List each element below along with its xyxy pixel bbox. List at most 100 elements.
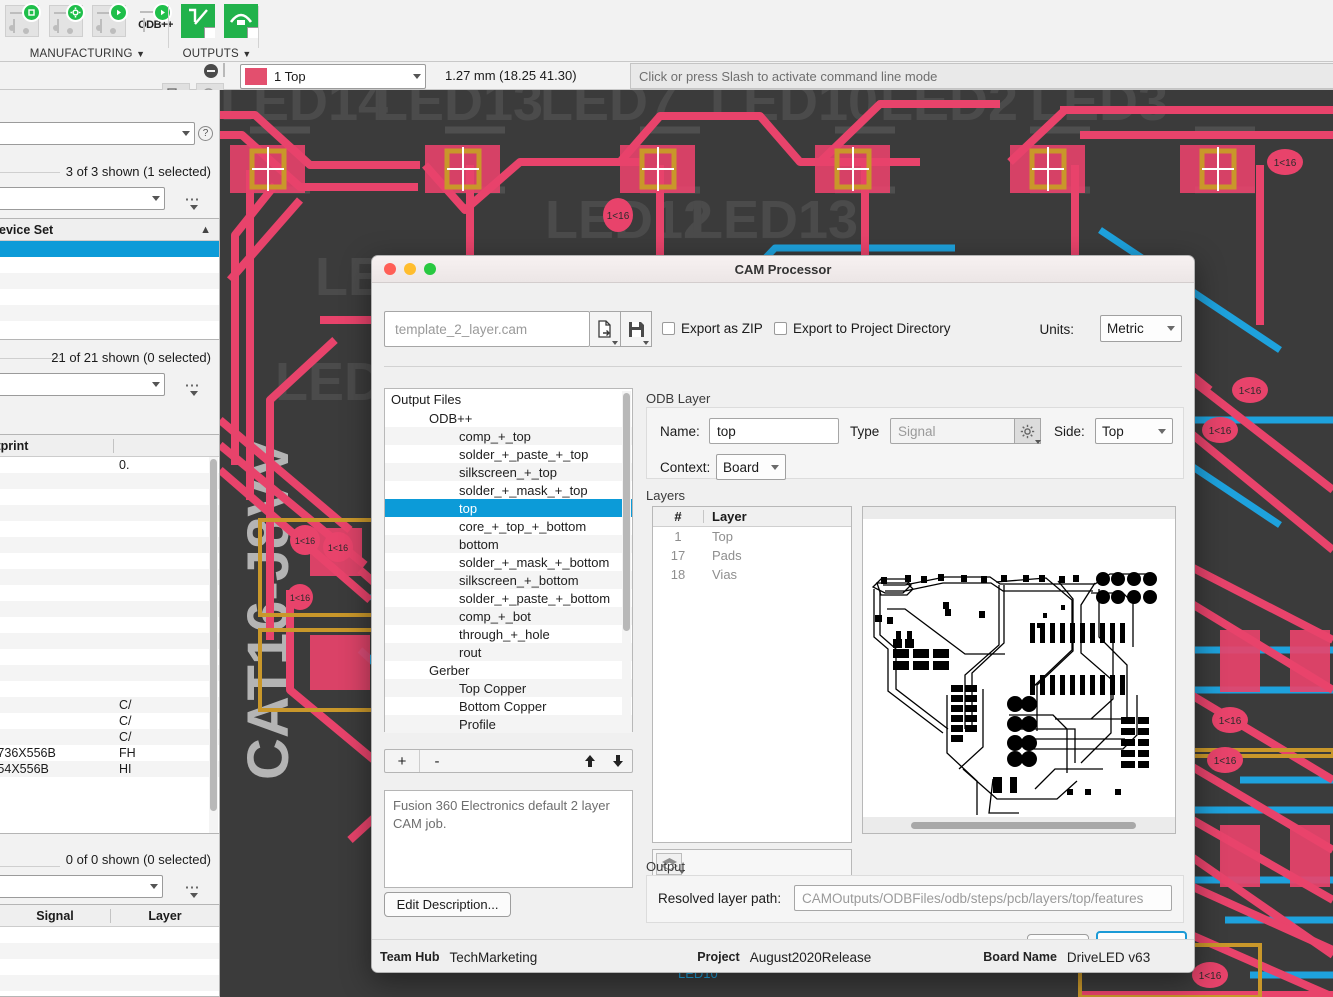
table-row[interactable]: [0, 305, 219, 321]
cam-job-file-placeholder: template_2_layer.cam: [395, 322, 527, 337]
table-row[interactable]: 5N_FLAT-R: [0, 473, 219, 489]
table-row[interactable]: 030X210X70-16NC/: [0, 713, 219, 729]
open-cam-job-button[interactable]: [590, 311, 621, 347]
table-row[interactable]: 5N_FLAT-R: [0, 649, 219, 665]
output-files-scrollbar[interactable]: [622, 391, 631, 731]
assembly-output-button[interactable]: [219, 1, 262, 41]
signal-layer-table[interactable]: e Signal Layer: [0, 904, 220, 997]
command-line-input[interactable]: Click or press Slash to activate command…: [630, 63, 1333, 89]
footprint-scrollbar[interactable]: [209, 457, 218, 833]
table-row[interactable]: 5N_FLAT-R: [0, 569, 219, 585]
generate-cam-button[interactable]: [88, 1, 132, 41]
scrollbar-thumb[interactable]: [210, 459, 217, 811]
table-row[interactable]: [0, 975, 219, 991]
table-row[interactable]: 030X210X70-16NC/: [0, 697, 219, 713]
table-row[interactable]: 5N_FLAT-R: [0, 585, 219, 601]
drc-check-button[interactable]: [0, 1, 44, 41]
export-as-zip-checkbox[interactable]: Export as ZIP: [662, 321, 763, 336]
table-row[interactable]: 5N_FLAT-R: [0, 521, 219, 537]
output-file-item[interactable]: silkscreen_+_top: [385, 463, 632, 481]
table-row[interactable]: [0, 943, 219, 959]
output-file-item[interactable]: solder_+_paste_+_bottom: [385, 589, 632, 607]
save-cam-job-button[interactable]: [621, 311, 652, 347]
table-row[interactable]: 5N_FLAT-R: [0, 601, 219, 617]
layer-row[interactable]: 17Pads: [653, 546, 851, 565]
help-icon[interactable]: ?: [198, 126, 213, 141]
table-row[interactable]: [0, 241, 219, 257]
filter-combo-top[interactable]: [0, 122, 195, 145]
table-row[interactable]: 5N_FLAT-R: [0, 505, 219, 521]
table-row[interactable]: 5N_FLAT-R: [0, 489, 219, 505]
table-row[interactable]: 5N_FLAT-R: [0, 553, 219, 569]
gear-icon[interactable]: [1014, 418, 1041, 444]
output-file-item[interactable]: comp_+_top: [385, 427, 632, 445]
output-files-panel[interactable]: Output Files ODB++comp_+_topsolder_+_pas…: [384, 388, 633, 732]
export-to-project-directory-checkbox[interactable]: Export to Project Directory: [774, 321, 951, 336]
cam-job-file-input[interactable]: template_2_layer.cam: [384, 311, 590, 347]
filter-combo-footprints[interactable]: [0, 373, 165, 396]
output-file-item[interactable]: rout: [385, 643, 632, 661]
output-file-item[interactable]: through_+_hole: [385, 625, 632, 643]
layer-preview[interactable]: [862, 506, 1176, 834]
output-file-item[interactable]: bottom: [385, 535, 632, 553]
table-row[interactable]: [0, 273, 219, 289]
active-layer-select[interactable]: 1 Top: [240, 64, 426, 89]
preview-scrollbar[interactable]: [911, 822, 1136, 829]
footprint-table[interactable]: Footprint ON0.5N_FLAT-R5N_FLAT-R5N_FLAT-…: [0, 434, 220, 834]
design-rules-button[interactable]: [44, 1, 88, 41]
output-file-item[interactable]: Gerber: [385, 661, 632, 679]
output-file-item[interactable]: solder_+_mask_+_top: [385, 481, 632, 499]
table-row[interactable]: [0, 321, 219, 337]
output-file-item[interactable]: Bottom Copper: [385, 697, 632, 715]
output-file-item[interactable]: silkscreen_+_bottom: [385, 571, 632, 589]
scrollbar-thumb[interactable]: [623, 393, 630, 631]
move-up-button[interactable]: [576, 750, 604, 772]
table-row[interactable]: [0, 959, 219, 975]
cam-processor-dialog[interactable]: CAM Processor template_2_layer.cam: [371, 255, 1195, 973]
table-row[interactable]: 030X210X70-16NC/: [0, 729, 219, 745]
dialog-titlebar[interactable]: CAM Processor: [372, 256, 1194, 283]
layers-table[interactable]: # Layer 1Top17Pads18Vias: [652, 506, 852, 843]
output-file-item[interactable]: Top Copper: [385, 679, 632, 697]
table-row[interactable]: [0, 927, 219, 943]
output-file-label: top: [459, 501, 477, 516]
table-row[interactable]: 4P254_2X4_1016X736X556BFH: [0, 745, 219, 761]
output-file-item[interactable]: top: [385, 499, 632, 517]
layer-row[interactable]: 1Top: [653, 527, 851, 546]
table-row[interactable]: 5N_FLAT-R: [0, 617, 219, 633]
table-row[interactable]: P254_2X4_1016X254X556BHI: [0, 761, 219, 777]
edit-description-button[interactable]: Edit Description...: [384, 892, 511, 917]
odb-layer-side-select[interactable]: Top: [1095, 418, 1173, 444]
table-row[interactable]: 5N_FLAT-R: [0, 665, 219, 681]
output-file-item[interactable]: solder_+_mask_+_bottom: [385, 553, 632, 571]
filter-combo-signals[interactable]: [0, 875, 163, 898]
table-row[interactable]: 5N_FLAT-R: [0, 681, 219, 697]
ribbon-caption-outputs[interactable]: OUTPUTS ▼: [172, 48, 262, 60]
filter-combo-devices[interactable]: [0, 187, 165, 210]
output-file-item[interactable]: comp_+_bot: [385, 607, 632, 625]
remove-output-button[interactable]: -: [420, 750, 454, 772]
table-row[interactable]: 5N_FLAT-R: [0, 633, 219, 649]
layer-row[interactable]: 18Vias: [653, 565, 851, 584]
table-row[interactable]: 5N_FLAT-R: [0, 537, 219, 553]
device-set-table[interactable]: evice Set ▲: [0, 218, 220, 340]
add-output-button[interactable]: +: [385, 750, 419, 772]
collapse-panel-button[interactable]: [204, 64, 218, 78]
table-row[interactable]: [0, 257, 219, 273]
output-files-toolbar[interactable]: + -: [384, 749, 633, 773]
table-row[interactable]: ON0.: [0, 457, 219, 473]
output-file-item[interactable]: solder_+_paste_+_top: [385, 445, 632, 463]
table-row[interactable]: [0, 289, 219, 305]
odb-layer-context-select[interactable]: Board: [716, 454, 786, 480]
resolved-layer-path-input[interactable]: CAMOutputs/ODBFiles/odb/steps/pcb/layers…: [794, 885, 1172, 911]
output-file-label: Profile: [459, 717, 496, 732]
move-down-button[interactable]: [604, 750, 632, 772]
output-file-item[interactable]: ODB++: [385, 409, 632, 427]
output-file-item[interactable]: core_+_top_+_bottom: [385, 517, 632, 535]
odb-layer-name-input[interactable]: top: [709, 418, 839, 444]
ribbon-caption-manufacturing[interactable]: MANUFACTURING ▼: [0, 48, 175, 60]
drawing-output-button[interactable]: [176, 1, 219, 41]
units-select[interactable]: Metric: [1100, 315, 1182, 342]
output-file-item[interactable]: Profile: [385, 715, 632, 733]
cam-job-description[interactable]: Fusion 360 Electronics default 2 layer C…: [384, 790, 633, 888]
